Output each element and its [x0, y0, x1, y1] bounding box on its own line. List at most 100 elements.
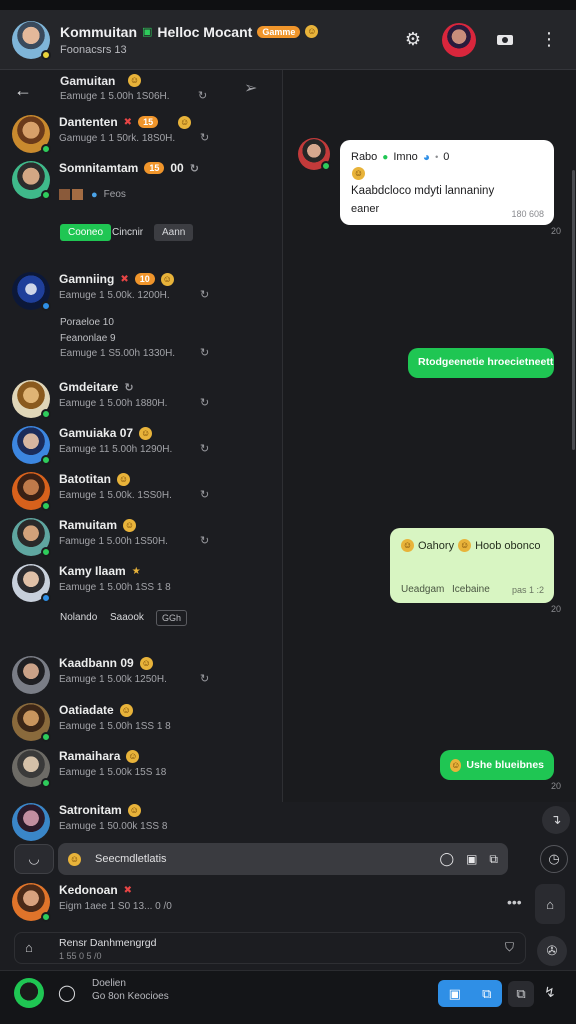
tray-line2: Go 8on Keocioes [92, 991, 169, 1002]
header-subtitle: Foonacsrs 13 [60, 43, 127, 56]
search-bar[interactable]: ⌂ Rensr Danhmengrgd 1 55 0 5 /0 ⛉ [14, 932, 526, 964]
message-header: Rabo ● Imno ◕ • 0 [351, 150, 449, 164]
sync-icon[interactable]: ↻ [198, 89, 207, 102]
message-time: pas 1 :2 [511, 585, 544, 595]
refresh-icon[interactable]: ✇ [537, 936, 567, 966]
sync-icon: ↻ [200, 535, 210, 547]
bottom-tray: ◯ Doelien Go 8on Keocioes ▣ ⧉ ⧉ ↯ [0, 970, 576, 1024]
pen-icon[interactable]: ↯ [544, 984, 556, 1001]
contact-meta: Eamuge 1 5.00k 1250H. [59, 674, 167, 685]
list-item[interactable]: Kamy Ilaam ★ Eamuge 1 5.00h 1SS 1 8 [12, 564, 272, 604]
camera-icon[interactable]: ▣ [466, 852, 477, 866]
chip-grey[interactable]: Aann [154, 224, 194, 241]
message-bubble-incoming[interactable]: Rabo ● Imno ◕ • 0 ☺ Kaabdcloco mdyti lan… [340, 140, 554, 225]
camera-toggle-button[interactable]: ▣ ⧉ [438, 980, 502, 1007]
emoji-icon: ☺ [305, 25, 319, 38]
list-item[interactable]: Ramaihara ☺ Eamuge 1 5.00k 15S 18 [12, 749, 272, 789]
message-bubble-outgoing[interactable]: Rtodgeenetie hroecietneett [408, 348, 554, 378]
contact-name: Kamy Ilaam [59, 564, 126, 578]
contact-name: Satronitam [59, 803, 122, 817]
message-text-2: Hoob obonco [475, 539, 541, 552]
message-sender: Rabo [351, 151, 378, 163]
message-bubble-outgoing-light[interactable]: ☺ Oahory ☺ Hoob obonco Ueadgam Icebaine … [390, 528, 554, 603]
contact-name: Batotitan [59, 472, 111, 486]
header-text: Kommuitan ▣ Helloc Mocant Gamme ☺ Foonac… [60, 24, 398, 56]
emoji-picker-icon[interactable]: ◡ [14, 844, 54, 874]
emoji-icon: ☺ [450, 758, 462, 772]
contact-meta: Famuge 1 5.00h 1S50H. [59, 536, 168, 547]
contact-name-row: Gamuiaka 07 ☺ [59, 426, 153, 440]
contact-name: Gamuiaka 07 [59, 426, 134, 440]
list-item-bottom-contact[interactable]: Kedonoan ✖ Eigm 1aee 1 S0 13... 0 /0 [12, 883, 272, 923]
scrollbar[interactable] [572, 170, 575, 450]
list-item[interactable]: Ramuitam ☺ Famuge 1 5.00h 1S50H. ↻ [12, 518, 272, 558]
header-badge: Gamme [257, 25, 301, 38]
contact-meta: Eamuge 1 5.00h 1SS 1 8 [59, 721, 171, 732]
list-item[interactable]: Oatiadate ☺ Eamuge 1 5.00h 1SS 1 8 [12, 703, 272, 743]
contact-avatar [12, 883, 51, 922]
message-text-2: eaner [351, 203, 380, 215]
contact-name: Gamniing [59, 272, 115, 286]
message-footer-a: Ueadgam [401, 584, 445, 595]
sync-icon: ↻ [200, 673, 210, 685]
sidebar-header-title: Gamuitan [60, 74, 116, 88]
video-call-icon[interactable] [490, 25, 520, 55]
contact-avatar [12, 656, 50, 694]
whatsapp-icon[interactable]: ◯ [440, 851, 455, 867]
contact-avatar [12, 161, 51, 200]
gear-icon[interactable]: ⚙ [398, 25, 428, 55]
image-icon[interactable]: ⧉ [489, 852, 498, 867]
chip-small[interactable]: GGh [156, 610, 188, 626]
header-avatar[interactable] [12, 20, 51, 60]
emoji-icon: ☺ [160, 272, 174, 286]
contact-name-row: Kedonoan ✖ [59, 883, 132, 897]
pin-icon[interactable]: ↴ [542, 806, 570, 834]
star-icon: ★ [131, 565, 141, 577]
contact-name-row: Ramuitam ☺ [59, 518, 137, 532]
link-text[interactable]: Nolando [60, 612, 97, 623]
contact-avatar [12, 426, 51, 465]
contact-name-row: Kamy Ilaam ★ [59, 564, 141, 578]
contact-name-row: Ramaihara ☺ [59, 749, 140, 763]
contact-name-row: Dantenten ✖ 15 ☺ [59, 115, 192, 129]
message-header: ☺ Oahory ☺ Hoob obonco [401, 539, 541, 552]
list-item[interactable]: Batotitan ☺ Eamuge 1 5.00k. 1SS0H. ↻ [12, 472, 272, 512]
contact-name: Kaadbann 09 [59, 656, 134, 670]
emoji-icon: ☺ [117, 472, 130, 486]
contact-name: Ramuitam [59, 518, 118, 532]
more-vertical-icon[interactable]: ⋮ [534, 25, 564, 55]
chat-bubble-icon[interactable]: ◯ [58, 983, 76, 1003]
top-strip [0, 0, 576, 10]
list-item[interactable]: Gamuiaka 07 ☺ Eamuge 11 5.00h 1290H. ↻ [12, 426, 272, 466]
list-item[interactable]: Kaadbann 09 ☺ Eamuge 1 5.00k 1250H. ↻ [12, 656, 272, 696]
more-horizontal-icon[interactable]: ••• [507, 894, 522, 910]
message-composer[interactable]: ☺ Seecmdletlatis ◯ ▣ ⧉ [58, 843, 508, 875]
send-outline-icon[interactable]: ➢ [244, 78, 257, 98]
profile-avatar[interactable] [442, 22, 476, 57]
contact-meta: Eamuge 1 5.00k. 1SS0H. [59, 490, 172, 501]
contact-meta: Eamuge 11 5.00h 1290H. [59, 444, 173, 455]
header-title-suffix: Helloc Mocant [157, 23, 253, 40]
user-avatar[interactable] [14, 978, 44, 1008]
contact-name-row: Batotitan ☺ [59, 472, 130, 486]
chip-plain[interactable]: Cincnir [104, 224, 151, 241]
contact-meta: Feos [103, 189, 126, 200]
contact-name-row: Satronitam ☺ [59, 803, 141, 817]
message-bubble-outgoing[interactable]: ☺ Ushe blueibnes [440, 750, 554, 780]
sender-avatar[interactable] [298, 138, 331, 171]
back-arrow-icon[interactable]: ← [14, 80, 32, 101]
message-time: 180 608 [511, 209, 544, 219]
list-item[interactable]: Satronitam ☺ Eamuge 1 50.00k 1SS 8 [12, 803, 272, 841]
list-item[interactable]: Gmdeitare ↻ Eamuge 1 5.00h 1880H. ↻ [12, 380, 272, 420]
clock-icon[interactable]: ◷ [540, 845, 568, 873]
tray-line1: Doelien [92, 978, 126, 989]
globe-icon: ◕ [422, 150, 431, 164]
link-text[interactable]: Saaook [110, 612, 144, 623]
list-item[interactable]: Dantenten ✖ 15 ☺ Gamuge 1 1 50rk. 18S0H. ↻ [12, 115, 272, 155]
count-badge: 10 [134, 273, 155, 285]
list-item[interactable]: Gamniing ✖ 10 ☺ Eamuge 1 5.00k. 1200H. ↻ [12, 272, 272, 312]
image-icon[interactable]: ⧉ [508, 981, 534, 1007]
message-count: 0 [443, 151, 450, 163]
shield-icon[interactable]: ⛉ [505, 940, 514, 955]
attach-icon[interactable]: ⌂ [535, 884, 565, 924]
